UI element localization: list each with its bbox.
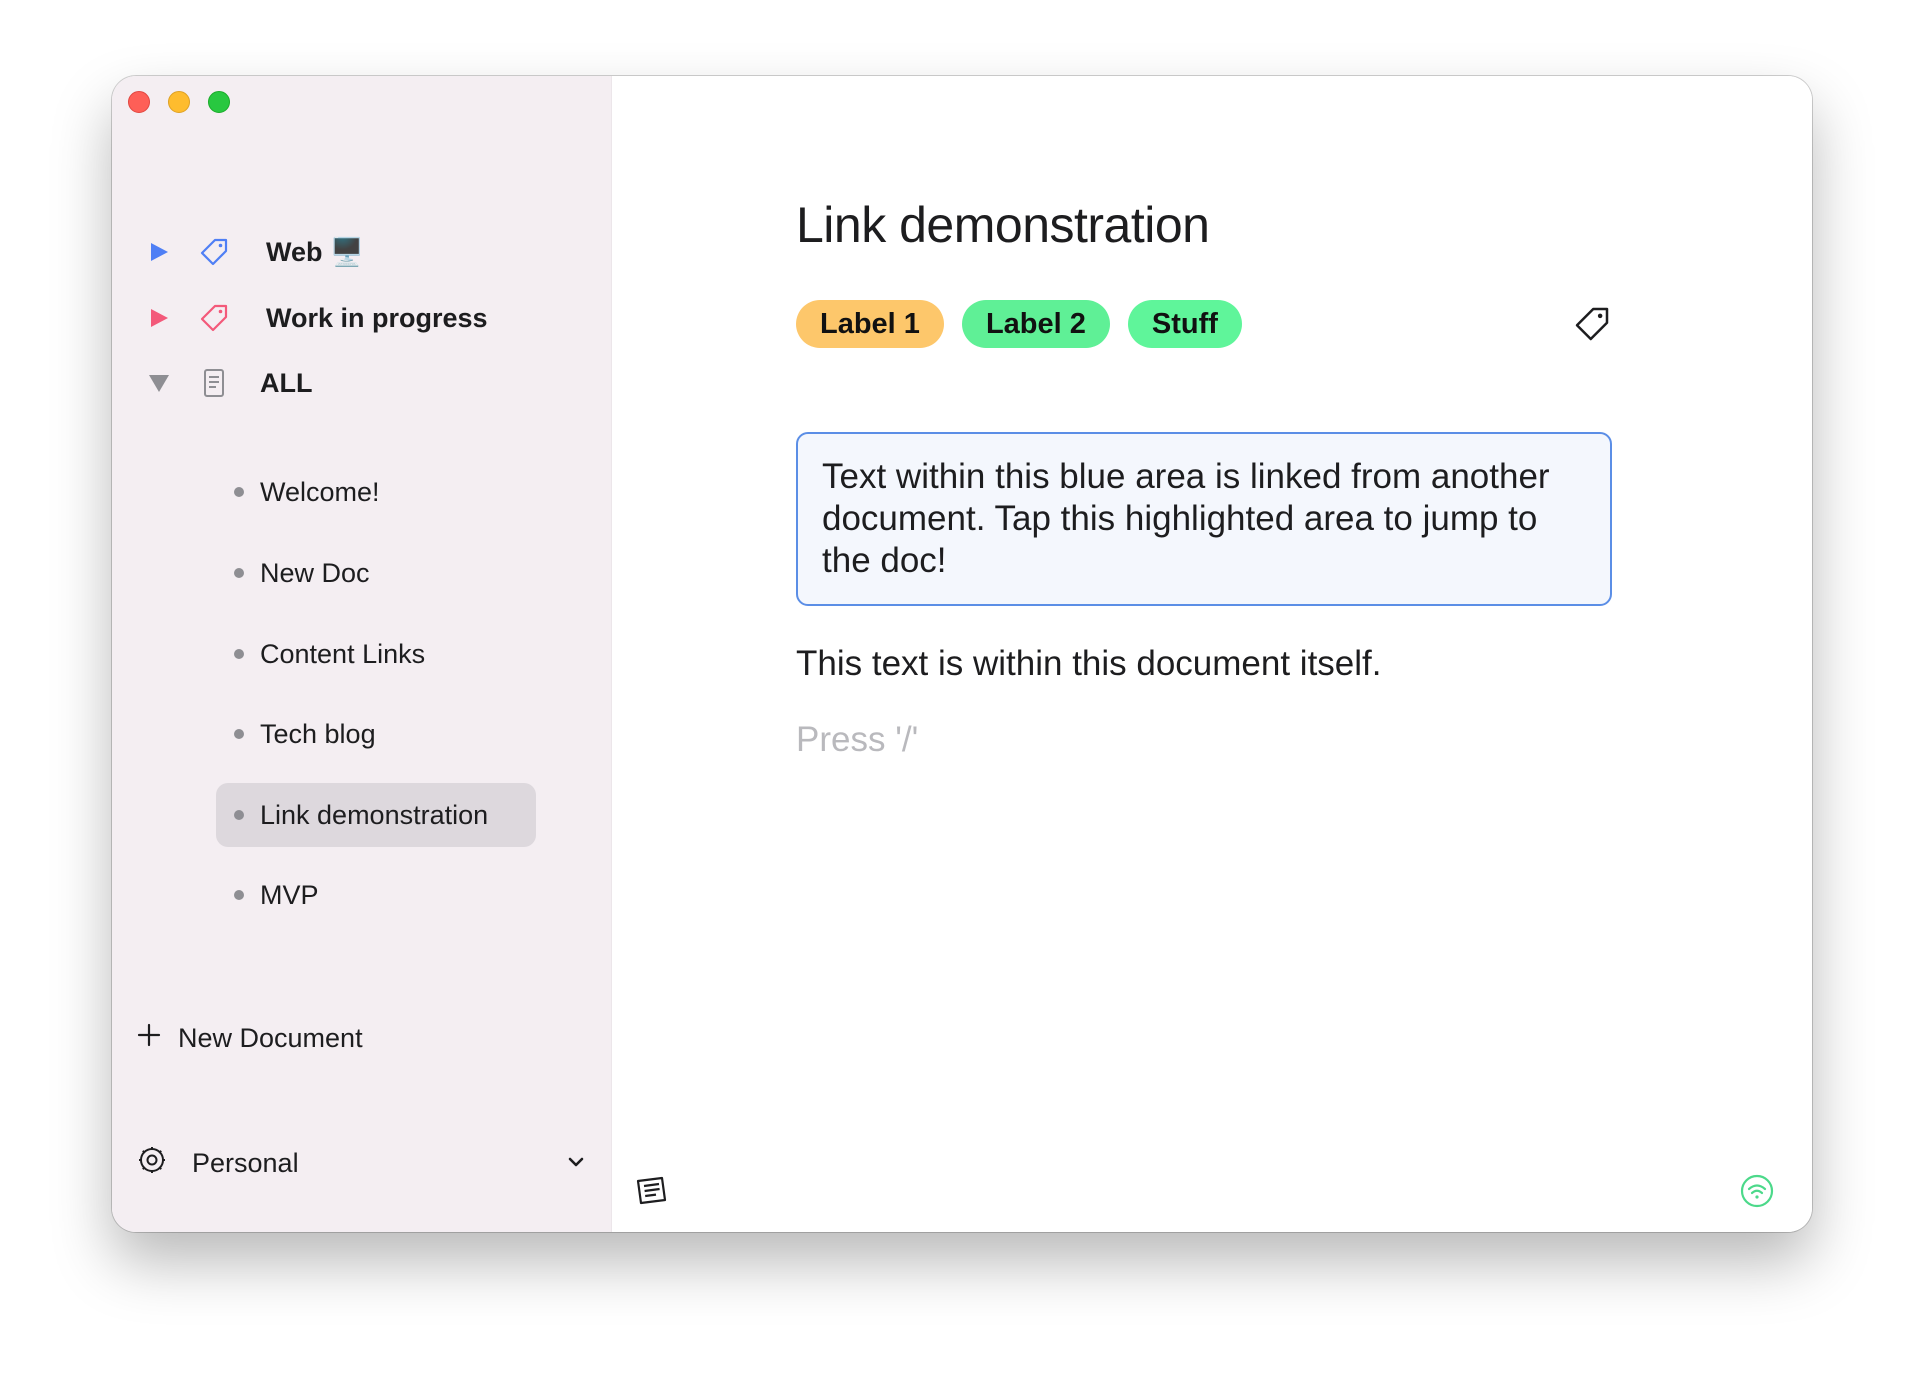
chevron-down-icon[interactable] [566,1148,586,1179]
bullet-icon [234,729,244,739]
sidebar-doc-label: Link demonstration [260,799,489,830]
maximize-window-button[interactable] [208,91,230,113]
bullet-icon [234,568,244,578]
close-window-button[interactable] [128,91,150,113]
new-document-button[interactable]: New Document [136,1022,363,1055]
sidebar-doc-label: Content Links [260,638,426,669]
workspace-label: Personal [192,1148,299,1178]
editor-area: Link demonstration Label 1 Label 2 Stuff… [612,76,1812,1232]
sidebar-doc-label: Welcome! [260,476,380,507]
plus-icon [136,1022,162,1055]
tag-icon [198,236,230,268]
label-chip[interactable]: Label 2 [961,300,1110,348]
label-list: Label 1 Label 2 Stuff [796,300,1242,348]
sidebar-doc-welcome[interactable]: Welcome! [216,460,536,524]
sidebar-group-work-in-progress[interactable]: Work in progress [112,288,612,348]
app-window: Web 🖥️ Work in progress ALL Welcome! New… [112,76,1812,1232]
add-label-tag-icon[interactable] [1572,304,1612,344]
sidebar-doc-content-links[interactable]: Content Links [216,622,536,686]
editor-placeholder[interactable]: Press '/' [796,720,918,760]
disclosure-arrow-icon[interactable] [148,241,170,263]
label-chip[interactable]: Stuff [1127,300,1242,348]
sidebar-doc-tech-blog[interactable]: Tech blog [216,702,536,766]
new-document-label: New Document [178,1023,363,1053]
document-paragraph[interactable]: This text is within this document itself… [796,644,1382,684]
sidebar-doc-new-doc[interactable]: New Doc [216,541,536,605]
linked-content-block[interactable]: Text within this blue area is linked fro… [796,432,1612,606]
disclosure-arrow-icon[interactable] [148,307,170,329]
bullet-icon [234,487,244,497]
label-chip[interactable]: Label 1 [796,300,944,348]
document-icon [198,367,230,399]
sidebar-doc-label: New Doc [260,557,370,588]
gear-icon[interactable] [136,1144,168,1183]
sidebar-group-label: Work in progress [266,302,488,333]
window-controls [128,91,230,113]
sync-status-icon[interactable] [1740,1174,1774,1208]
workspace-selector[interactable]: Personal [136,1144,586,1183]
sidebar: Web 🖥️ Work in progress ALL Welcome! New… [112,76,612,1232]
bullet-icon [234,810,244,820]
document-title[interactable]: Link demonstration [796,196,1210,254]
sidebar-doc-link-demonstration[interactable]: Link demonstration [216,783,536,847]
minimize-window-button[interactable] [168,91,190,113]
sidebar-group-label: Web 🖥️ [266,237,364,267]
sidebar-doc-label: Tech blog [260,718,376,749]
sidebar-doc-label: MVP [260,879,319,910]
sidebar-doc-mvp[interactable]: MVP [216,863,536,927]
bullet-icon [234,649,244,659]
bullet-icon [234,890,244,900]
sidebar-group-label: ALL [260,367,313,398]
sidebar-group-web[interactable]: Web 🖥️ [112,222,612,282]
toggle-sidebar-icon[interactable] [634,1172,670,1208]
disclosure-arrow-down-icon[interactable] [148,372,170,394]
sidebar-group-all[interactable]: ALL [112,353,612,413]
tag-icon [198,302,230,334]
